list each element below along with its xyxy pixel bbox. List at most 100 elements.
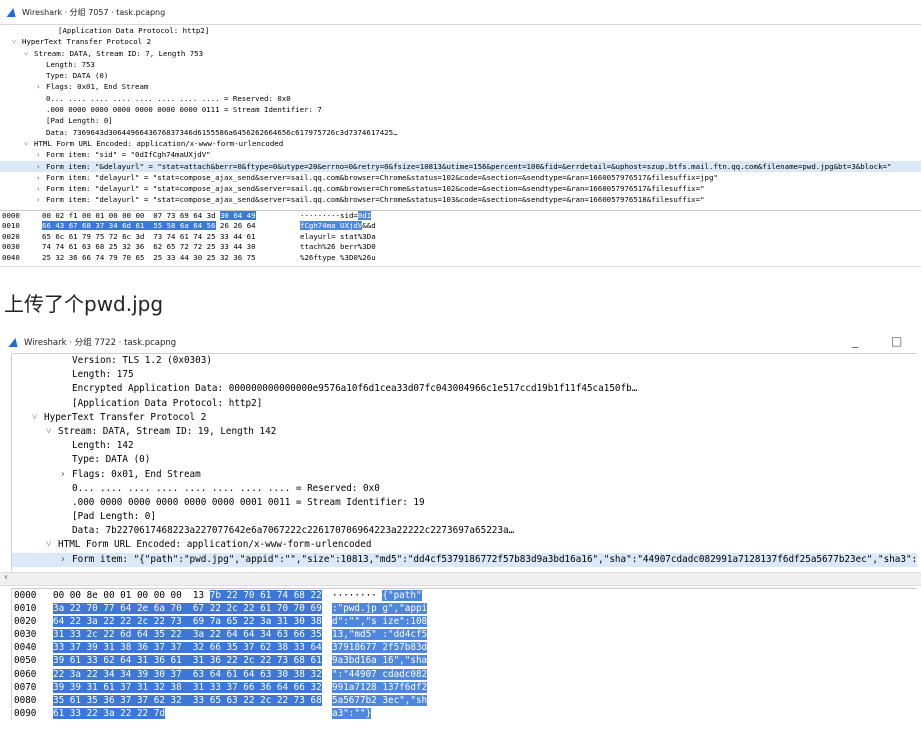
hex-row[interactable]: 0070 39 39 31 61 37 31 32 38 31 33 37 66 … — [12, 681, 917, 694]
hex-bytes[interactable]: 66 43 67 68 37 34 6d 61 55 58 6a 64 56 2… — [42, 221, 256, 232]
tree-row[interactable]: Data: 7369643d3064496643676837346d615558… — [0, 127, 921, 138]
hex-bytes[interactable]: 3a 22 70 77 64 2e 6a 70 67 22 2c 22 61 7… — [53, 602, 322, 615]
tree-row[interactable]: Length: 142 — [12, 439, 917, 453]
hex-row[interactable]: 0090 61 33 22 3a 22 22 7d a3":""} — [12, 707, 917, 720]
ascii-bytes[interactable]: ·········sid=0dI — [300, 210, 372, 222]
ascii-bytes[interactable]: 9a3bd16a 16","sha — [332, 654, 428, 667]
ascii-bytes[interactable]: ········ {"path" — [332, 589, 422, 602]
tree-row[interactable]: .000 0000 0000 0000 0000 0000 0001 0011 … — [12, 496, 917, 510]
expand-right-icon[interactable]: › — [60, 553, 66, 567]
packet-bytes-pane[interactable]: 0000 00 00 8e 00 01 00 00 00 13 7b 22 70 … — [11, 588, 917, 720]
ascii-bytes[interactable]: fCgh74ma UXjdV&&d — [300, 221, 376, 232]
hex-bytes-selected[interactable]: 31 33 2c 22 6d 64 35 22 3a 22 64 64 34 6… — [53, 629, 322, 641]
hex-row[interactable]: 0010 3a 22 70 77 64 2e 6a 70 67 22 2c 22 … — [12, 602, 917, 615]
hex-bytes[interactable]: 61 33 22 3a 22 22 7d — [53, 707, 165, 720]
tree-row[interactable]: › Form item: "sid" = "0dIfCgh74maUXjdV" — [0, 149, 921, 160]
hex-bytes-selected[interactable]: 33 37 39 31 38 36 37 37 32 66 35 37 62 3… — [53, 642, 322, 654]
ascii-bytes[interactable]: 37918677 2f57b83d — [332, 641, 428, 654]
ascii-bytes[interactable]: 991a7128 137f6df2 — [332, 681, 428, 694]
tree-row[interactable]: ˅ HyperText Transfer Protocol 2 — [0, 36, 921, 47]
tree-row[interactable]: [Application Data Protocol: http2] — [0, 25, 921, 36]
tree-row[interactable]: Length: 753 — [0, 59, 921, 70]
ascii-bytes[interactable]: elayurl= stat%3Da — [300, 232, 376, 243]
hex-bytes-selected[interactable]: 7b 22 70 61 74 68 22 — [209, 590, 322, 601]
tree-row[interactable]: › Form item: "{"path":"pwd.jpg","appid":"… — [12, 552, 917, 567]
tree-row[interactable]: › Flags: 0x01, End Stream — [0, 81, 921, 92]
hex-bytes[interactable]: 35 61 35 36 37 37 62 32 33 65 63 22 2c 2… — [53, 694, 322, 707]
ascii-bytes[interactable]: ":"44907 cdadc082 — [332, 668, 428, 681]
ascii-bytes[interactable]: ttach%26 berr%3D0 — [300, 242, 376, 253]
hex-bytes-selected[interactable]: 61 33 22 3a 22 22 7d — [53, 707, 165, 719]
ascii-selected[interactable]: 37918677 2f57b83d — [332, 642, 428, 654]
ascii-selected[interactable]: ":"44907 cdadc082 — [332, 668, 428, 680]
tree-row[interactable]: Type: DATA (0) — [12, 453, 917, 467]
tree-row[interactable]: › Form item: "delayurl" = "stat=compose_a… — [0, 172, 921, 183]
tree-row[interactable]: Type: DATA (0) — [0, 70, 921, 81]
ascii-bytes[interactable]: 5a5677b2 3ec","sh — [332, 694, 428, 707]
horizontal-scrollbar[interactable]: ‹ — [0, 572, 921, 586]
packet-details-tree[interactable]: [Application Data Protocol: http2] ˅ Hyper… — [0, 24, 921, 206]
ascii-selected[interactable]: {"path" — [382, 590, 422, 601]
hex-row[interactable]: 0010 66 43 67 68 37 34 6d 61 55 58 6a 64 … — [0, 221, 921, 232]
hex-row[interactable]: 0020 65 6c 61 79 75 72 6c 3d 73 74 61 74 … — [0, 232, 921, 243]
tree-row[interactable]: 0... .... .... .... .... .... .... .... … — [0, 93, 921, 104]
scroll-left-icon[interactable]: ‹ — [4, 572, 8, 583]
ascii-selected[interactable]: fCgh74ma UXjdV — [300, 221, 363, 231]
tree-row[interactable]: ˅ Stream: DATA, Stream ID: 19, Length 142 — [12, 425, 917, 439]
hex-row[interactable]: 0030 31 33 2c 22 6d 64 35 22 3a 22 64 64 … — [12, 628, 917, 641]
tree-row[interactable]: .000 0000 0000 0000 0000 0000 0000 0111 … — [0, 104, 921, 115]
packet-bytes-pane[interactable]: 0000 00 02 f1 00 01 00 00 00 07 73 69 64 … — [0, 209, 921, 264]
maximize-button[interactable]: □ — [891, 334, 902, 348]
hex-row[interactable]: 0080 35 61 35 36 37 37 62 32 33 65 63 22 … — [12, 694, 917, 707]
hex-bytes[interactable]: 39 61 33 62 64 31 36 61 31 36 22 2c 22 7… — [53, 654, 322, 667]
hex-bytes-selected[interactable]: 39 61 33 62 64 31 36 61 31 36 22 2c 22 7… — [53, 655, 322, 667]
expand-down-icon[interactable]: ˅ — [12, 36, 16, 47]
ascii-selected[interactable]: 13,"md5" :"dd4cf5 — [332, 629, 428, 641]
tree-row[interactable]: [Pad Length: 0] — [12, 510, 917, 524]
hex-row[interactable]: 0020 64 22 3a 22 22 2c 22 73 69 7a 65 22 … — [12, 615, 917, 628]
hex-bytes[interactable]: 39 39 31 61 37 31 32 38 31 33 37 66 36 6… — [53, 681, 322, 694]
hex-row[interactable]: 0060 22 3a 22 34 34 39 30 37 63 64 61 64 … — [12, 668, 917, 681]
tree-row[interactable]: › Form item: "&delayurl" = "stat=attach&b… — [0, 160, 921, 172]
hex-row[interactable]: 0050 39 61 33 62 64 31 36 61 31 36 22 2c … — [12, 654, 917, 667]
hex-bytes[interactable]: 65 6c 61 79 75 72 6c 3d 73 74 61 74 25 3… — [42, 232, 256, 243]
ascii-selected[interactable]: 991a7128 137f6df2 — [332, 681, 428, 693]
tree-row[interactable]: Version: TLS 1.2 (0x0303) — [12, 354, 917, 368]
ascii-selected[interactable]: 9a3bd16a 16","sha — [332, 655, 428, 667]
tree-row[interactable]: › Form item: "delayurl" = "stat=compose_a… — [0, 183, 921, 194]
expand-right-icon[interactable]: › — [36, 149, 40, 160]
ascii-bytes[interactable]: :"pwd.jp g","appi — [332, 602, 428, 615]
hex-bytes-selected[interactable]: 3a 22 70 77 64 2e 6a 70 67 22 2c 22 61 7… — [53, 603, 322, 615]
hex-bytes[interactable]: 22 3a 22 34 34 39 30 37 63 64 61 64 63 3… — [53, 668, 322, 681]
hex-bytes-selected[interactable]: 64 22 3a 22 22 2c 22 73 69 7a 65 22 3a 3… — [53, 616, 322, 628]
hex-bytes-selected[interactable]: 22 3a 22 34 34 39 30 37 63 64 61 64 63 3… — [53, 668, 322, 680]
hex-bytes[interactable]: 31 33 2c 22 6d 64 35 22 3a 22 64 64 34 6… — [53, 628, 322, 641]
expand-right-icon[interactable]: › — [36, 194, 40, 205]
tree-row[interactable]: 0... .... .... .... .... .... .... .... … — [12, 482, 917, 496]
expand-down-icon[interactable]: ˅ — [24, 138, 28, 149]
expand-down-icon[interactable]: ˅ — [46, 538, 51, 552]
ascii-bytes[interactable]: %26ftype %3D0%26u — [300, 253, 376, 264]
ascii-selected[interactable]: d":"","s ize":108 — [332, 616, 428, 628]
tree-row[interactable]: [Pad Length: 0] — [0, 115, 921, 126]
hex-bytes-selected[interactable]: 39 39 31 61 37 31 32 38 31 33 37 66 36 6… — [53, 681, 322, 693]
ascii-bytes[interactable]: a3":""} — [332, 707, 372, 720]
hex-row[interactable]: 0040 25 32 36 66 74 79 70 65 25 33 44 30 … — [0, 253, 921, 264]
minimize-button[interactable]: _ — [852, 334, 858, 348]
expand-right-icon[interactable]: › — [36, 183, 40, 194]
ascii-selected[interactable]: :"pwd.jp g","appi — [332, 603, 428, 615]
hex-row[interactable]: 0040 33 37 39 31 38 36 37 37 32 66 35 37 … — [12, 641, 917, 654]
hex-row[interactable]: 0030 74 74 61 63 68 25 32 36 62 65 72 72 … — [0, 242, 921, 253]
packet-details-tree[interactable]: Version: TLS 1.2 (0x0303) Length: 175 Encr… — [11, 353, 917, 580]
tree-row[interactable]: ˅ HyperText Transfer Protocol 2 — [12, 411, 917, 425]
hex-bytes-selected[interactable]: 35 61 35 36 37 37 62 32 33 65 63 22 2c 2… — [53, 694, 322, 706]
hex-bytes[interactable]: 25 32 36 66 74 79 70 65 25 33 44 30 25 3… — [42, 253, 256, 264]
ascii-bytes[interactable]: 13,"md5" :"dd4cf5 — [332, 628, 428, 641]
tree-row[interactable]: › Form item: "delayurl" = "stat=compose_a… — [0, 194, 921, 205]
expand-down-icon[interactable]: ˅ — [24, 48, 28, 59]
ascii-selected[interactable]: a3":""} — [332, 707, 372, 719]
expand-right-icon[interactable]: › — [36, 172, 40, 183]
tree-row[interactable]: Length: 175 — [12, 368, 917, 382]
ascii-bytes[interactable]: d":"","s ize":108 — [332, 615, 428, 628]
hex-bytes[interactable]: 74 74 61 63 68 25 32 36 62 65 72 72 25 3… — [42, 242, 256, 253]
